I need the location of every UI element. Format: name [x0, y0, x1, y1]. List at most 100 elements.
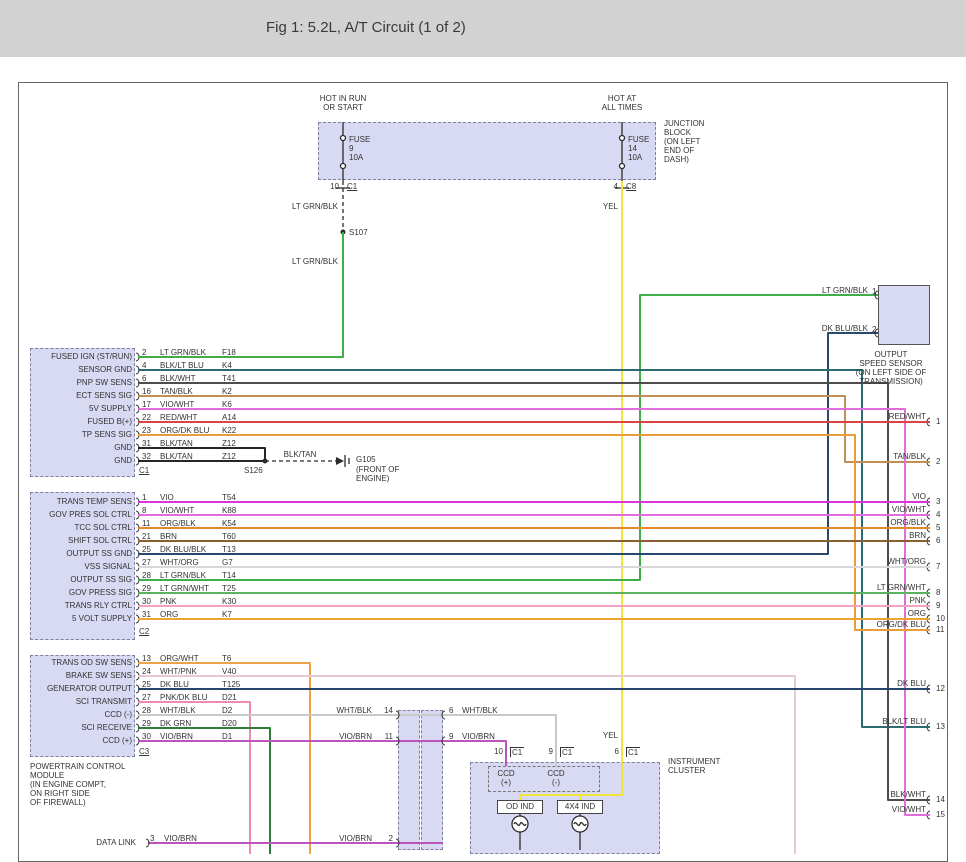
circuit-code: T6 — [222, 654, 231, 663]
wire-color-label: LT GRN/WHT — [160, 584, 209, 593]
pcm-pin-number: 16 — [142, 387, 151, 396]
connector-pin-number: 13 — [936, 722, 945, 731]
pcm-pin-number: 27 — [142, 558, 151, 567]
sensor-pin-number: 2 — [872, 325, 876, 334]
wire-color-label: LT GRN/BLK — [160, 571, 206, 580]
ground-arrow — [336, 457, 344, 465]
wire-color-label: BLK/WHT — [160, 374, 196, 383]
wire-color-label: ORG/WHT — [160, 654, 199, 663]
circuit-code: K7 — [222, 610, 232, 619]
ground-location-note: (FRONT OF ENGINE) — [356, 465, 399, 483]
circuit-code: Z12 — [222, 452, 236, 461]
connector-pin-number: 15 — [936, 810, 945, 819]
circuit-code: F18 — [222, 348, 236, 357]
fuse9-terminal — [341, 136, 346, 141]
pcm-pin-label: SHIFT SOL CTRL — [32, 536, 132, 545]
circuit-code: T13 — [222, 545, 236, 554]
wire-color-label: VIO/WHT — [826, 805, 926, 814]
pcm-pin-number: 4 — [142, 361, 146, 370]
pcm-pin-number: 24 — [142, 667, 151, 676]
cluster-pin-number: 6 — [605, 747, 619, 756]
wire-color-label: DK BLU/BLK — [160, 545, 206, 554]
wire-color-label: YEL — [586, 731, 618, 740]
circuit-code: K4 — [222, 361, 232, 370]
circuit-code: Z12 — [222, 439, 236, 448]
pin-bracket — [146, 839, 149, 847]
pcm-pin-number: 27 — [142, 693, 151, 702]
wire-color-label: WHT/BLK — [322, 706, 372, 715]
wire-color-label: ORG — [160, 610, 178, 619]
pcm-pin-number: 23 — [142, 426, 151, 435]
wire-color-label: LT GRN/BLK — [260, 257, 338, 266]
connector-pin-number: 14 — [377, 706, 393, 715]
wire-color-label: LT GRN/BLK — [790, 286, 868, 295]
pcm-pin-number: 2 — [142, 348, 146, 357]
wire-color-label: RED/WHT — [826, 412, 926, 421]
ccd-minus-label: CCD (-) — [542, 769, 570, 787]
fuse9-terminal — [341, 164, 346, 169]
fuse9-label: FUSE 9 10A — [349, 135, 370, 162]
circuit-code: D21 — [222, 693, 237, 702]
pcm-pin-label: GOV PRESS SIG — [32, 588, 132, 597]
pcm-pin-label: TRANS RLY CTRL — [32, 601, 132, 610]
cluster-connector-label: C1 — [560, 747, 574, 757]
circuit-code: D1 — [222, 732, 232, 741]
pcm-connector-c2-label: C2 — [139, 627, 149, 636]
pcm-connector-c1-label: C1 — [139, 466, 149, 475]
circuit-code: T14 — [222, 571, 236, 580]
connector-pin-number: 12 — [936, 684, 945, 693]
pcm-pin-number: 28 — [142, 706, 151, 715]
pcm-pin-number: 31 — [142, 439, 151, 448]
wiring-diagram: HOT IN RUN OR START HOT AT ALL TIMES JUN… — [0, 0, 966, 854]
wire-color-label: ORG/BLK — [160, 519, 196, 528]
pcm-pin-number: 22 — [142, 413, 151, 422]
pcm-pin-label: CCD (+) — [32, 736, 132, 745]
wire-color-label: PNK — [826, 596, 926, 605]
junction-block-note: JUNCTION BLOCK (ON LEFT END OF DASH) — [664, 119, 704, 164]
od-indicator-box: OD IND — [497, 800, 543, 814]
wire-color-label: VIO/BRN — [164, 834, 197, 843]
splice-label-s107: S107 — [349, 228, 368, 237]
connector-pin-number: 2 — [936, 457, 940, 466]
wire-fused-ign — [138, 232, 343, 357]
fuse14-terminal — [620, 164, 625, 169]
circuit-code: T41 — [222, 374, 236, 383]
circuit-code: V40 — [222, 667, 236, 676]
circuit-code: K88 — [222, 506, 236, 515]
circuit-code: T60 — [222, 532, 236, 541]
connector-pin-number: 2 — [377, 834, 393, 843]
wire-yel-feed — [520, 181, 622, 800]
cluster-connector-label: C1 — [510, 747, 524, 757]
wire-color-label: LT GRN/BLK — [160, 348, 206, 357]
fuse9-pin-number: 10 — [324, 182, 339, 191]
fuse14-label: FUSE 14 10A — [628, 135, 649, 162]
wire-color-label: BLK/TAN — [160, 452, 193, 461]
cluster-connector-label: C1 — [626, 747, 640, 757]
wire-color-label: VIO/BRN — [160, 732, 193, 741]
wire-color-label: ORG/DK BLU — [160, 426, 209, 435]
pcm-pin-label: GENERATOR OUTPUT — [32, 684, 132, 693]
wire-color-label: BLK/LT BLU — [826, 717, 926, 726]
pcm-pin-number: 30 — [142, 732, 151, 741]
wire-od-sw-sens — [138, 663, 310, 854]
pcm-pin-label: TRANS TEMP SENS — [32, 497, 132, 506]
connector-pin-number: 10 — [936, 614, 945, 623]
connector-pin-number: 3 — [150, 834, 154, 843]
pcm-pin-label: OUTPUT SS GND — [32, 549, 132, 558]
pcm-pin-label: FUSED IGN (ST/RUN) — [32, 352, 132, 361]
fuse14-pin-number: 4 — [603, 182, 618, 191]
wire-color-label: VIO — [826, 492, 926, 501]
wire-color-label: WHT/BLK — [160, 706, 196, 715]
pcm-pin-number: 25 — [142, 545, 151, 554]
wire-color-label: BLK/LT BLU — [160, 361, 204, 370]
pcm-pin-number: 29 — [142, 719, 151, 728]
4x4-indicator-box: 4X4 IND — [557, 800, 603, 814]
wire-gnd-31 — [138, 448, 265, 461]
pcm-pin-number: 13 — [142, 654, 151, 663]
splice-dot-s126 — [263, 459, 268, 464]
wire-color-label: YEL — [586, 202, 618, 211]
connector-pin-number: 7 — [936, 562, 940, 571]
instrument-cluster-title: INSTRUMENT CLUSTER — [668, 757, 720, 775]
wire-color-label: BLK/TAN — [160, 439, 193, 448]
circuit-code: T25 — [222, 584, 236, 593]
